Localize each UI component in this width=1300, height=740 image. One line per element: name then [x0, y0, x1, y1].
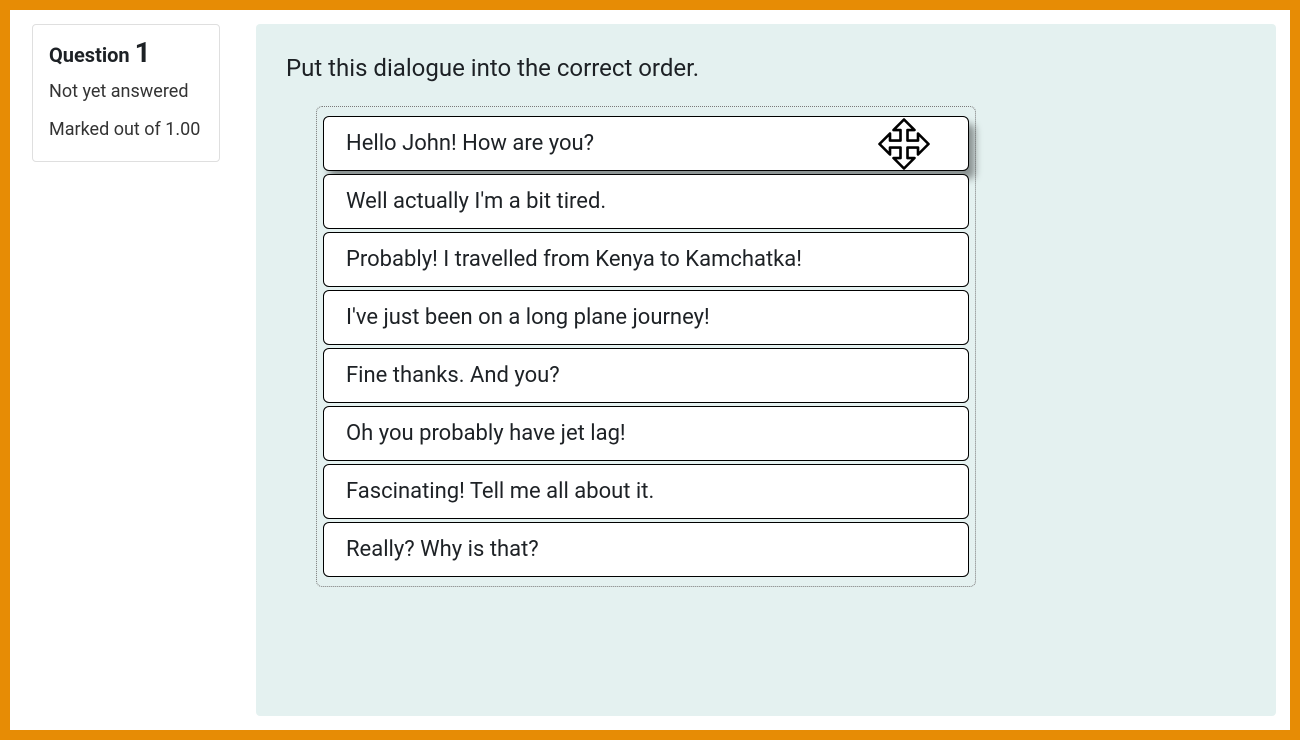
page-frame: Question 1 Not yet answered Marked out o…: [0, 0, 1300, 740]
ordering-item-text: Well actually I'm a bit tired.: [346, 189, 606, 214]
question-prompt: Put this dialogue into the correct order…: [286, 54, 1246, 82]
ordering-item[interactable]: I've just been on a long plane journey!: [323, 290, 969, 345]
ordering-dropzone[interactable]: Hello John! How are you? Well actually I…: [316, 106, 976, 587]
question-info-card: Question 1 Not yet answered Marked out o…: [32, 24, 220, 162]
question-content-card: Put this dialogue into the correct order…: [256, 24, 1276, 716]
ordering-item[interactable]: Hello John! How are you?: [323, 116, 969, 171]
ordering-item-text: Probably! I travelled from Kenya to Kamc…: [346, 247, 802, 272]
ordering-item-text: Fine thanks. And you?: [346, 363, 560, 388]
ordering-item[interactable]: Fascinating! Tell me all about it.: [323, 464, 969, 519]
ordering-item[interactable]: Probably! I travelled from Kenya to Kamc…: [323, 232, 969, 287]
question-status: Not yet answered: [49, 79, 203, 104]
ordering-item-text: Oh you probably have jet lag!: [346, 421, 626, 446]
question-number: 1: [135, 36, 151, 69]
ordering-item-text: Really? Why is that?: [346, 537, 539, 562]
question-marks: Marked out of 1.00: [49, 116, 203, 143]
ordering-item[interactable]: Well actually I'm a bit tired.: [323, 174, 969, 229]
question-label: Question: [49, 43, 130, 67]
ordering-item-text: Hello John! How are you?: [346, 131, 594, 156]
question-heading: Question 1: [49, 39, 203, 67]
ordering-item[interactable]: Really? Why is that?: [323, 522, 969, 577]
move-icon: [876, 116, 932, 172]
ordering-item[interactable]: Oh you probably have jet lag!: [323, 406, 969, 461]
ordering-item[interactable]: Fine thanks. And you?: [323, 348, 969, 403]
ordering-item-text: Fascinating! Tell me all about it.: [346, 479, 654, 504]
ordering-item-text: I've just been on a long plane journey!: [346, 305, 710, 330]
